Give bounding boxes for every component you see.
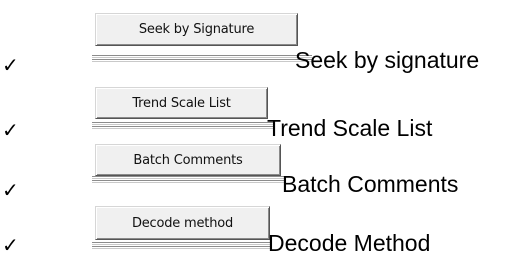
button-shadow-bar [92,122,275,129]
button-shadow-bar [92,176,285,183]
batch-comments-button[interactable]: Batch Comments [95,144,281,176]
checkmark-icon: ✓ [2,118,19,142]
checkmark-icon: ✓ [2,53,19,77]
checkmark-icon: ✓ [2,178,19,202]
trend-scale-list-label: Trend Scale List [267,115,433,141]
batch-comments-label: Batch Comments [282,171,459,197]
seek-by-signature-button[interactable]: Seek by Signature [95,13,298,46]
decode-method-label: Decode Method [268,230,431,256]
button-shadow-bar [92,242,272,249]
trend-scale-list-button[interactable]: Trend Scale List [95,87,268,119]
button-shadow-bar [92,55,312,62]
seek-by-signature-label: Seek by signature [295,47,480,73]
checkmark-icon: ✓ [2,233,19,257]
decode-method-button[interactable]: Decode method [95,206,270,240]
